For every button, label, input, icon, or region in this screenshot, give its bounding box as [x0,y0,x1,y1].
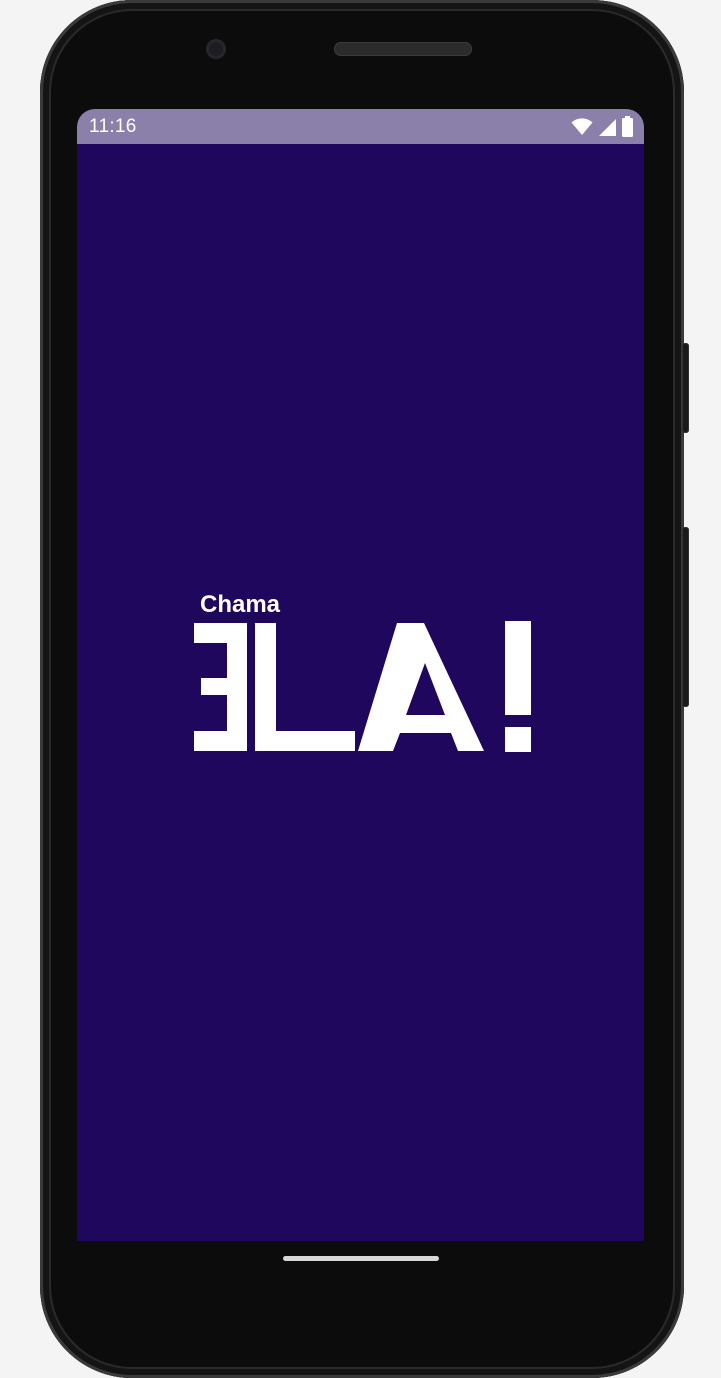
power-button[interactable] [682,343,689,433]
status-bar: 11:16 [77,109,644,144]
app-screen: 11:16 Chama [77,109,644,1241]
wifi-icon [571,118,593,135]
volume-button[interactable] [682,527,689,707]
navigation-area [77,1241,644,1281]
front-camera [206,39,226,59]
battery-icon [622,116,633,137]
home-indicator[interactable] [283,1256,439,1261]
cellular-signal-icon [599,118,616,136]
status-time: 11:16 [89,116,137,137]
status-icons [571,116,634,138]
chama-ela-logo: Chama [192,589,537,759]
earpiece-speaker [334,42,472,56]
logo-main-text [194,621,531,752]
